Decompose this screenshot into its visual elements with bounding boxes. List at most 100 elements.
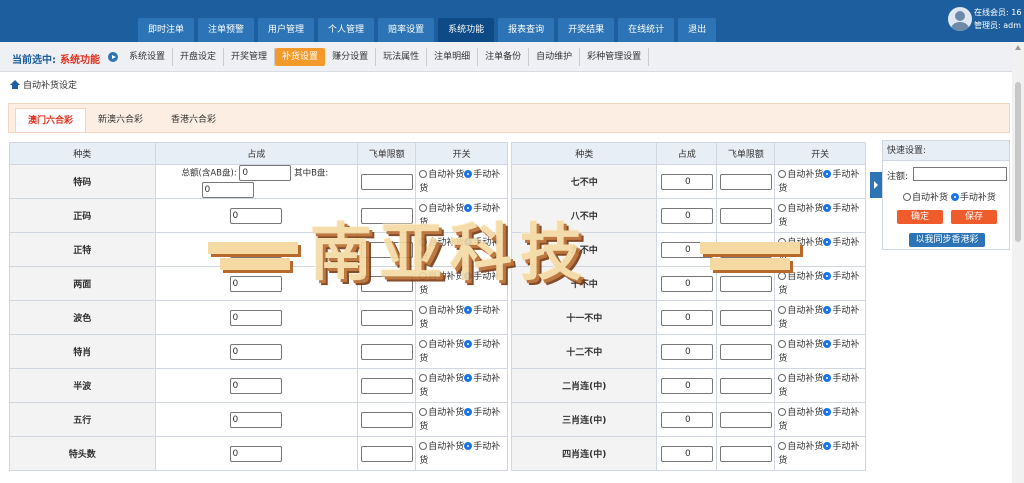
fly-limit-input[interactable]	[719, 411, 772, 428]
total-input[interactable]: 0	[239, 165, 292, 181]
fly-limit-input[interactable]	[360, 207, 413, 224]
auto-radio[interactable]	[778, 441, 787, 450]
manual-radio[interactable]	[823, 169, 832, 178]
fly-limit-input[interactable]	[360, 275, 413, 292]
manual-radio[interactable]	[823, 203, 832, 212]
confirm-button[interactable]: 确定	[897, 210, 943, 224]
sub-nav-item[interactable]: 玩法属性	[376, 48, 428, 66]
auto-radio[interactable]	[778, 169, 787, 178]
manual-radio[interactable]	[464, 203, 473, 212]
auto-radio[interactable]	[419, 305, 428, 314]
quick-manual-radio[interactable]	[950, 193, 959, 201]
top-nav-item[interactable]: 即时注单	[138, 18, 195, 42]
auto-radio[interactable]	[419, 407, 428, 416]
manual-radio[interactable]	[464, 305, 473, 314]
share-input[interactable]: 0	[660, 207, 713, 224]
fly-limit-input[interactable]	[719, 445, 772, 462]
tab-new-macau[interactable]: 新澳六合彩	[98, 108, 143, 132]
manual-radio[interactable]	[464, 339, 473, 348]
sync-hongkong-button[interactable]: 以我同步香港彩	[909, 233, 985, 247]
manual-radio[interactable]	[823, 305, 832, 314]
fly-limit-input[interactable]	[360, 377, 413, 394]
auto-radio[interactable]	[778, 373, 787, 382]
auto-radio[interactable]	[778, 407, 787, 416]
fly-limit-input[interactable]	[719, 343, 772, 360]
share-input[interactable]: 0	[229, 241, 282, 258]
auto-radio[interactable]	[419, 373, 428, 382]
manual-radio[interactable]	[464, 169, 473, 178]
sub-nav-item[interactable]: 注单备份	[478, 48, 530, 66]
manual-radio[interactable]	[464, 237, 473, 246]
fly-limit-input[interactable]	[719, 207, 772, 224]
auto-radio[interactable]	[778, 305, 787, 314]
share-input[interactable]: 0	[660, 309, 713, 326]
share-input[interactable]: 0	[229, 275, 282, 292]
auto-radio[interactable]	[419, 339, 428, 348]
sub-nav-item[interactable]: 开盘设定	[173, 48, 225, 66]
share-input[interactable]: 0	[660, 411, 713, 428]
auto-radio[interactable]	[419, 441, 428, 450]
quick-auto-radio[interactable]	[903, 193, 911, 201]
top-nav-item[interactable]: 退出	[678, 18, 717, 42]
tab-hongkong[interactable]: 香港六合彩	[171, 108, 216, 132]
top-nav-item[interactable]: 开奖结果	[558, 18, 615, 42]
tab-macau[interactable]: 澳门六合彩	[15, 108, 87, 132]
manual-radio[interactable]	[823, 441, 832, 450]
b-input[interactable]: 0	[201, 181, 254, 198]
manual-radio[interactable]	[823, 237, 832, 246]
manual-radio[interactable]	[823, 407, 832, 416]
share-input[interactable]: 0	[660, 343, 713, 360]
auto-radio[interactable]	[778, 237, 787, 246]
share-input[interactable]: 0	[229, 309, 282, 326]
fly-limit-input[interactable]	[719, 241, 772, 258]
amount-input[interactable]	[913, 167, 1007, 181]
top-nav-item[interactable]: 个人管理	[318, 18, 375, 42]
share-input[interactable]: 0	[660, 377, 713, 394]
auto-radio[interactable]	[778, 203, 787, 212]
share-input[interactable]: 0	[229, 343, 282, 360]
sub-nav-item[interactable]: 系统设置	[122, 48, 174, 66]
scrollbar[interactable]	[1012, 42, 1024, 483]
fly-limit-input[interactable]	[360, 343, 413, 360]
fly-limit-input[interactable]	[719, 377, 772, 394]
auto-radio[interactable]	[419, 169, 428, 178]
share-input[interactable]: 0	[229, 207, 282, 224]
fly-limit-input[interactable]	[360, 241, 413, 258]
top-nav-item[interactable]: 注单预警	[198, 18, 255, 42]
auto-radio[interactable]	[419, 203, 428, 212]
share-input[interactable]: 0	[660, 445, 713, 462]
sub-nav-item[interactable]: 开奖管理	[224, 48, 276, 66]
auto-radio[interactable]	[778, 339, 787, 348]
fly-limit-input[interactable]	[719, 173, 772, 190]
manual-radio[interactable]	[464, 407, 473, 416]
fly-limit-input[interactable]	[719, 309, 772, 326]
manual-radio[interactable]	[823, 373, 832, 382]
share-input[interactable]: 0	[660, 173, 713, 190]
manual-radio[interactable]	[823, 339, 832, 348]
sub-nav-item[interactable]: 彩种管理设置	[580, 48, 650, 66]
top-nav-item[interactable]: 赔率设置	[378, 18, 435, 42]
fly-limit-input[interactable]	[360, 445, 413, 462]
save-button[interactable]: 保存	[951, 210, 997, 224]
top-nav-item[interactable]: 系统功能	[438, 18, 495, 42]
manual-radio[interactable]	[464, 441, 473, 450]
sub-nav-item[interactable]: 注单明细	[427, 48, 479, 66]
top-nav-item[interactable]: 报表查询	[498, 18, 555, 42]
share-input[interactable]: 0	[229, 377, 282, 394]
auto-radio[interactable]	[778, 271, 787, 280]
manual-radio[interactable]	[464, 373, 473, 382]
top-nav-item[interactable]: 用户管理	[258, 18, 315, 42]
top-nav-item[interactable]: 在线统计	[618, 18, 675, 42]
share-input[interactable]: 0	[229, 411, 282, 428]
fly-limit-input[interactable]	[360, 411, 413, 428]
sub-nav-item[interactable]: 补货设置	[275, 48, 326, 66]
panel-toggle-handle[interactable]	[870, 172, 882, 198]
manual-radio[interactable]	[823, 271, 832, 280]
auto-radio[interactable]	[419, 237, 428, 246]
share-input[interactable]: 0	[660, 241, 713, 258]
share-input[interactable]: 0	[229, 445, 282, 462]
sub-nav-item[interactable]: 自动维护	[529, 48, 581, 66]
fly-limit-input[interactable]	[360, 173, 413, 190]
fly-limit-input[interactable]	[719, 275, 772, 292]
sub-nav-item[interactable]: 赚分设置	[325, 48, 377, 66]
